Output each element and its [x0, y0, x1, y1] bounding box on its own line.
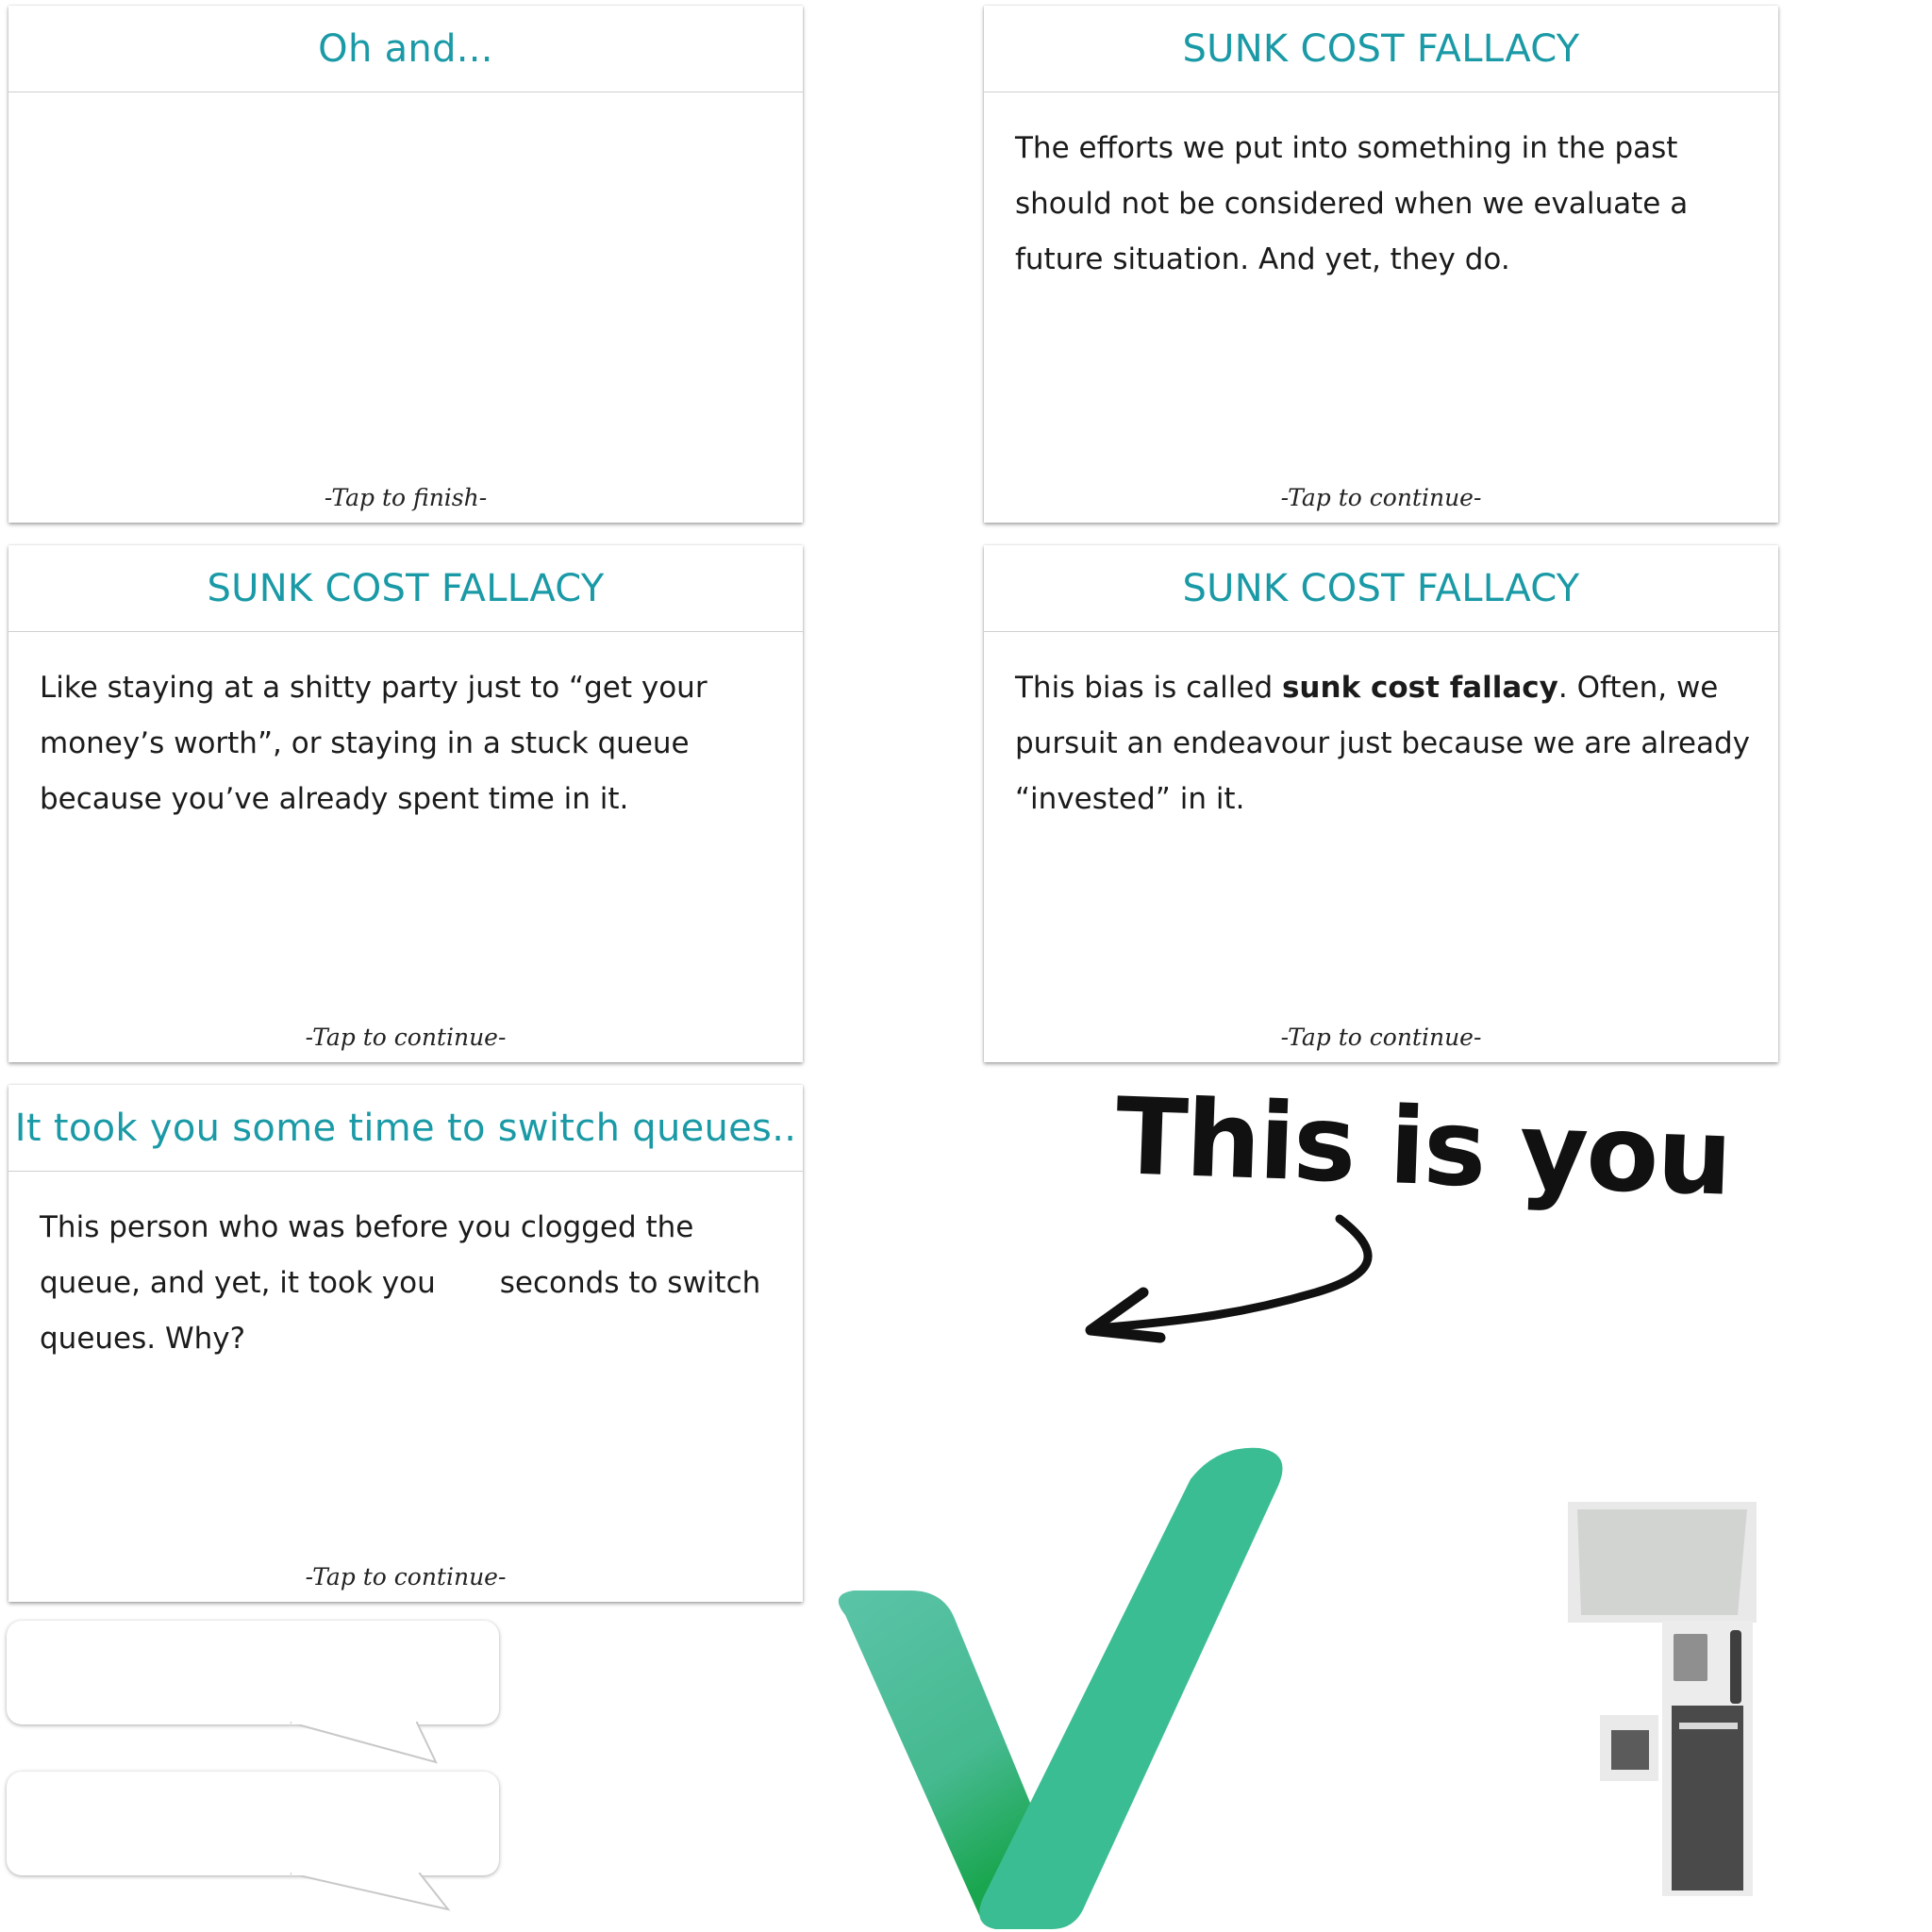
kiosk-icon — [1568, 1502, 1757, 1896]
